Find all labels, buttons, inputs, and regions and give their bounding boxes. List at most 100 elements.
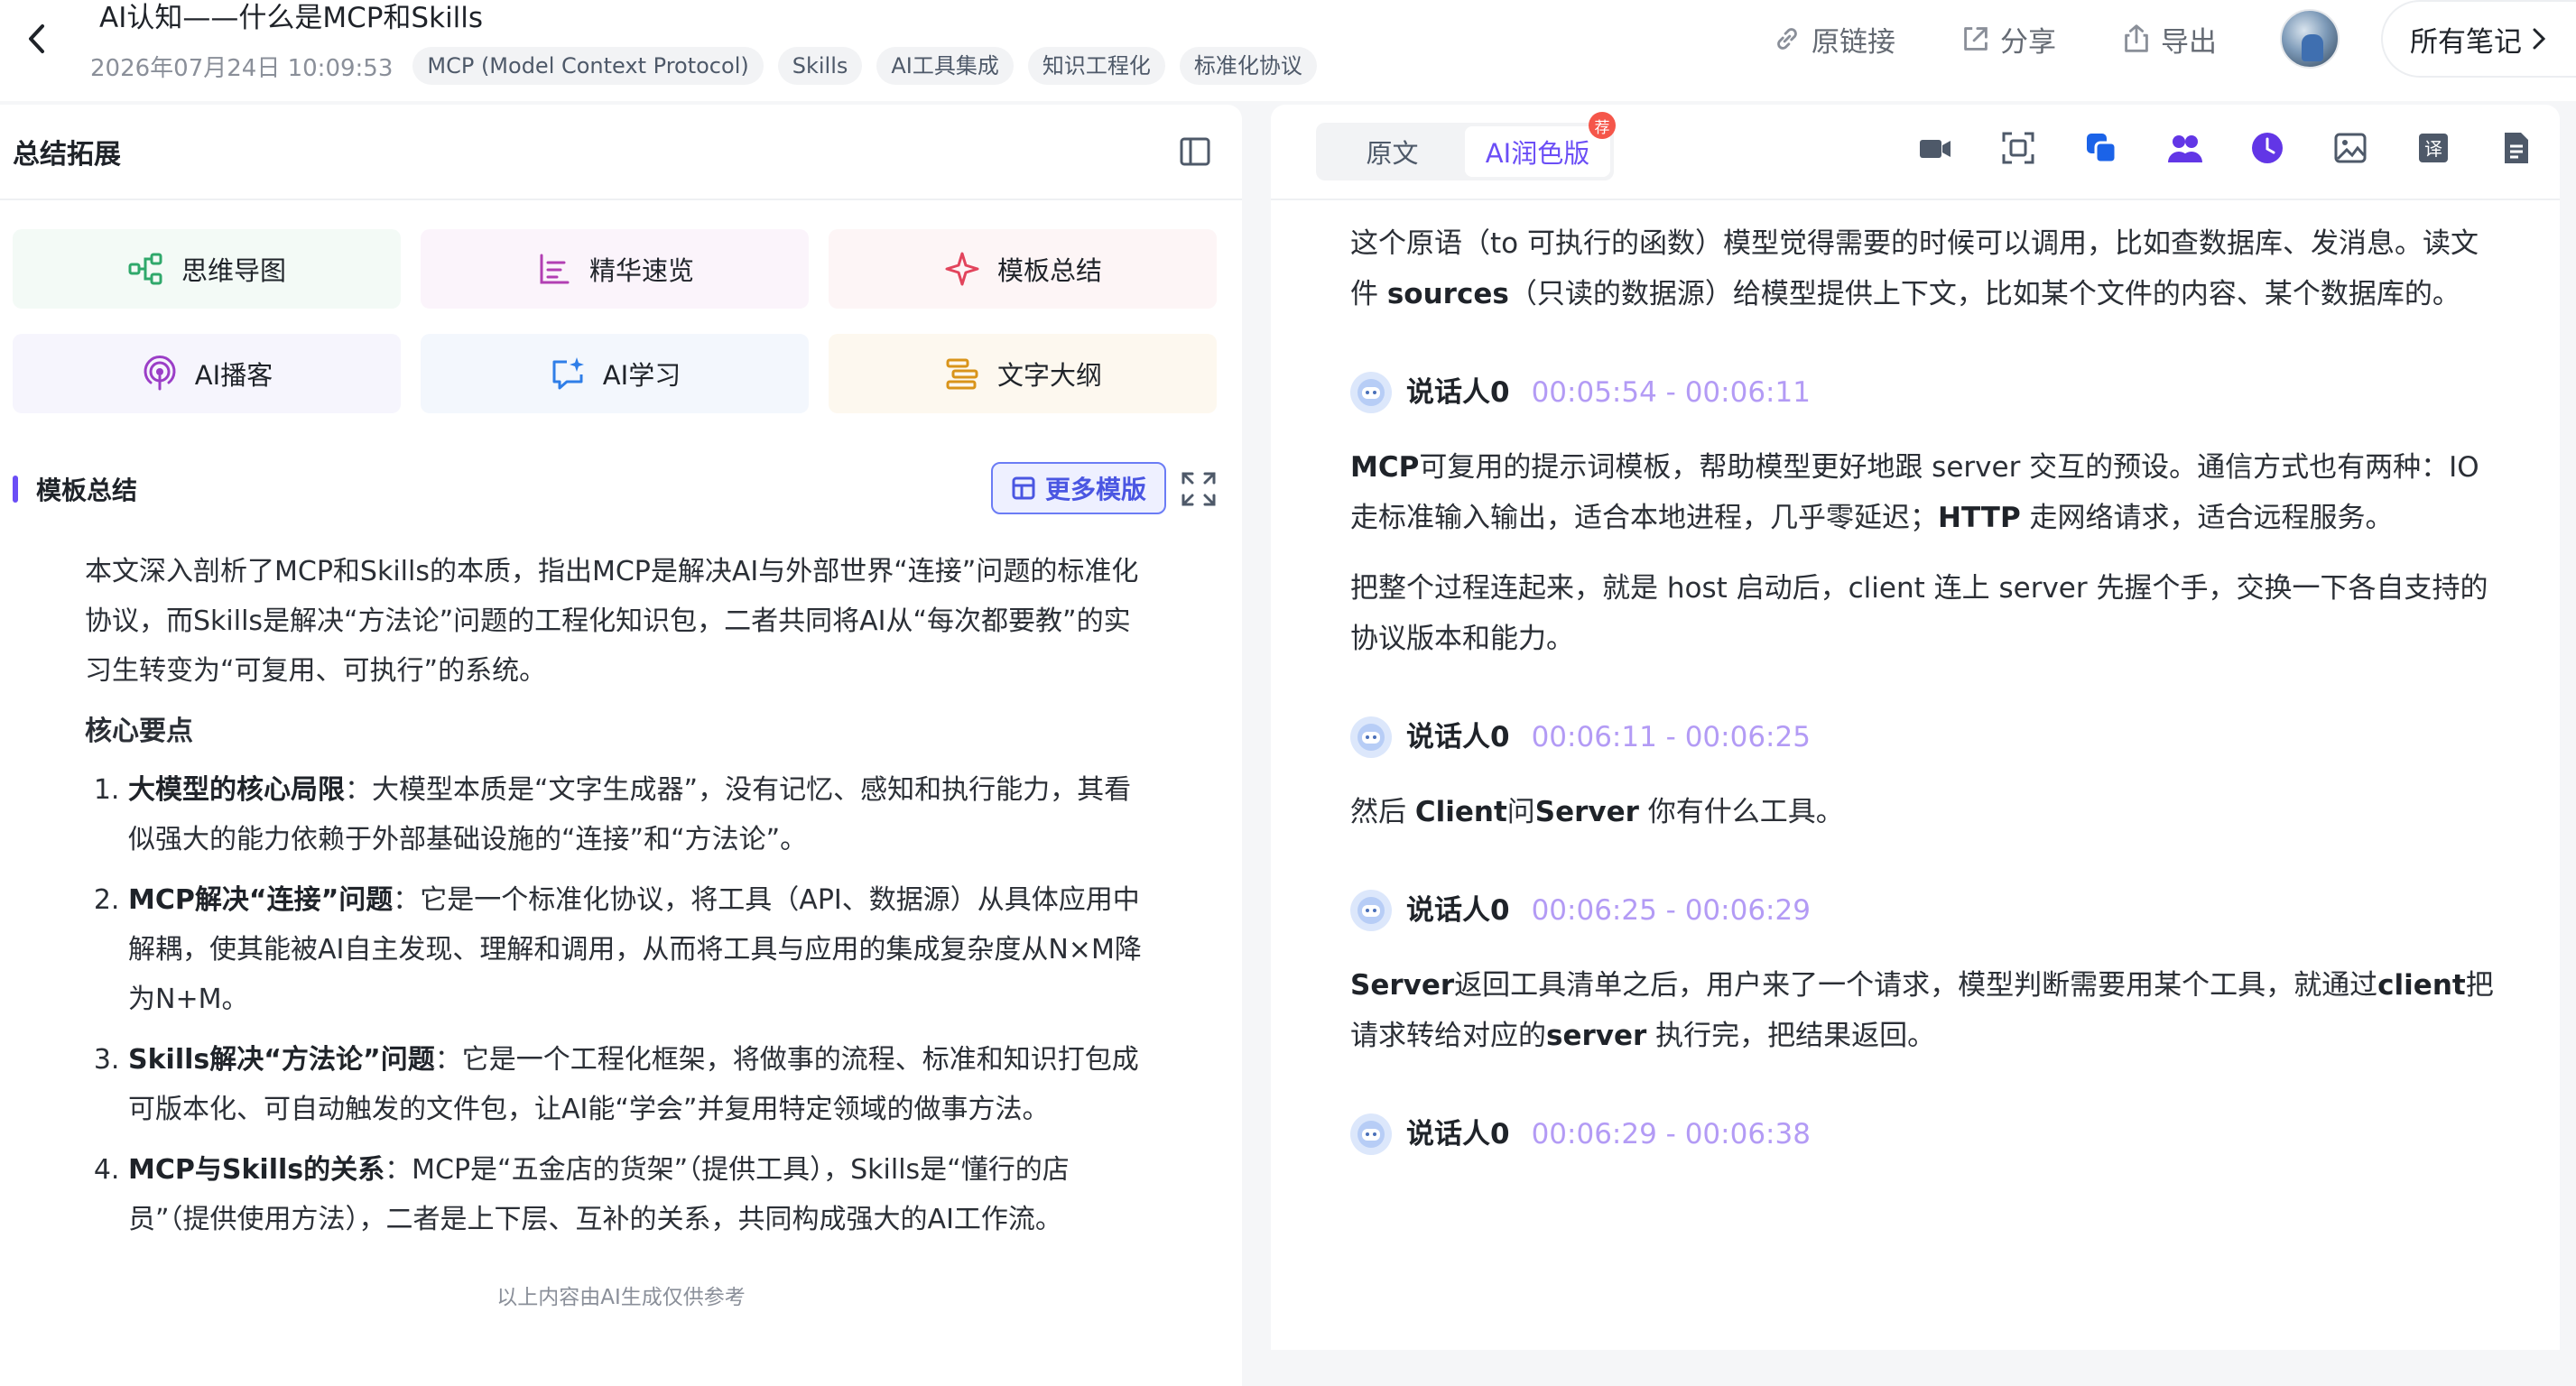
tab-original[interactable]: 原文 — [1320, 126, 1465, 177]
more-templates-button[interactable]: 更多模版 — [990, 462, 1166, 514]
speaker-row[interactable]: 说话人0 00:05:54 - 00:06:11 — [1350, 370, 2497, 415]
text-span: 返回工具清单之后，用户来了一个请求，模型判断需要用某个工具，就通过 — [1454, 969, 2378, 1002]
transcript-content: 这个原语（to 可执行的函数）模型觉得需要的时候可以调用，比如查数据库、发消息。… — [1350, 218, 2497, 1346]
user-avatar[interactable] — [2280, 9, 2340, 69]
original-link-button[interactable]: 原链接 — [1770, 19, 1895, 60]
export-label: 导出 — [2161, 25, 2217, 59]
bold-span: server — [1546, 1020, 1647, 1052]
tool-label: AI播客 — [194, 360, 273, 391]
speaker-name: 说话人0 — [1406, 894, 1510, 927]
template-icon — [1012, 476, 1035, 500]
chevron-right-icon — [2533, 28, 2546, 50]
paragraph: Server返回工具清单之后，用户来了一个请求，模型判断需要用某个工具，就通过c… — [1350, 960, 2497, 1061]
copy-icon[interactable] — [2083, 130, 2119, 166]
sparkle-icon — [945, 252, 979, 286]
tag[interactable]: AI工具集成 — [876, 47, 1014, 85]
speaker-time[interactable]: 00:06:11 - 00:06:25 — [1532, 712, 1811, 762]
speaker-name: 说话人0 — [1406, 376, 1510, 409]
paragraph: MCP可复用的提示词模板，帮助模型更好地跟 server 交互的预设。通信方式也… — [1350, 442, 2497, 543]
chevron-left-icon — [29, 24, 44, 53]
transcript-toolbar: 原文 AI润色版 荐 译 — [1271, 105, 2560, 200]
export-button[interactable]: 导出 — [2119, 19, 2217, 60]
robot-icon — [1357, 724, 1385, 751]
tag[interactable]: 知识工程化 — [1027, 47, 1165, 85]
speaker-row[interactable]: 说话人0 00:06:29 - 00:06:38 — [1350, 1112, 2497, 1157]
section-header: 模板总结 更多模版 — [13, 462, 1216, 516]
share-icon — [1964, 27, 1988, 51]
robot-icon — [1357, 379, 1385, 406]
chat-sparkle-icon — [552, 357, 584, 390]
text-span: 你有什么工具。 — [1638, 796, 1844, 828]
list-item: MCP解决“连接”问题：它是一个标准化协议，将工具（API、数据源）从具体应用中… — [128, 875, 1150, 1024]
summary-panel: 总结拓展 思维导图 精华速览 模板总结 AI播客 AI学习 文字大纲 模板总结 … — [0, 105, 1242, 1386]
point-title: 大模型的核心局限 — [128, 774, 345, 806]
paragraph: 然后 Client问Server 你有什么工具。 — [1350, 787, 2497, 837]
text-outline-button[interactable]: 文字大纲 — [829, 334, 1217, 413]
robot-icon — [1357, 1121, 1385, 1148]
tab-ai-polished[interactable]: AI润色版 — [1465, 126, 1610, 177]
panel-header: 总结拓展 — [0, 105, 1242, 200]
tool-label: 精华速览 — [588, 255, 694, 286]
bold-span: Server — [1534, 796, 1639, 828]
tag[interactable]: Skills — [777, 47, 863, 85]
original-link-label: 原链接 — [1812, 25, 1895, 59]
text-span: （只读的数据源）给模型提供上下文，比如某个文件的内容、某个数据库的。 — [1508, 278, 2460, 310]
point-title: MCP解决“连接”问题 — [128, 884, 394, 916]
speaker-avatar — [1350, 890, 1392, 931]
mind-map-button[interactable]: 思维导图 — [13, 229, 401, 309]
speaker-avatar — [1350, 716, 1392, 758]
text-span: 然后 — [1350, 796, 1415, 828]
video-icon[interactable] — [1917, 130, 1953, 166]
document-icon[interactable] — [2498, 130, 2534, 166]
list-item: 大模型的核心局限：大模型本质是“文字生成器”，没有记忆、感知和执行能力，其看似强… — [128, 765, 1150, 864]
back-button[interactable] — [13, 14, 61, 63]
tool-label: AI学习 — [602, 360, 681, 391]
expand-icon[interactable] — [1179, 469, 1219, 509]
page-title: AI认知——什么是MCP和Skills — [99, 2, 484, 34]
tool-label: 模板总结 — [996, 255, 1102, 286]
upload-icon — [2125, 24, 2148, 52]
text-span: 走网络请求，适合远程服务。 — [2020, 502, 2394, 534]
speaker-row[interactable]: 说话人0 00:06:11 - 00:06:25 — [1350, 715, 2497, 760]
speaker-time[interactable]: 00:06:29 - 00:06:38 — [1532, 1109, 1811, 1160]
paragraph: 这个原语（to 可执行的函数）模型觉得需要的时候可以调用，比如查数据库、发消息。… — [1350, 218, 2497, 319]
speaker-name: 说话人0 — [1406, 721, 1510, 753]
translate-icon[interactable]: 译 — [2415, 130, 2451, 166]
ai-podcast-button[interactable]: AI播客 — [13, 334, 401, 413]
list-icon — [540, 254, 570, 284]
timestamp: 2026年07月24日 10:09:53 — [90, 54, 394, 82]
all-notes-button[interactable]: 所有笔记 — [2381, 0, 2576, 78]
speaker-row[interactable]: 说话人0 00:06:25 - 00:06:29 — [1350, 888, 2497, 933]
ai-learning-button[interactable]: AI学习 — [421, 334, 809, 413]
robot-icon — [1357, 897, 1385, 924]
list-item: MCP与Skills的关系：MCP是“五金店的货架”（提供工具），Skills是… — [128, 1145, 1150, 1244]
all-notes-label: 所有笔记 — [2410, 25, 2522, 59]
header-actions: 原链接 分享 导出 所有笔记 — [1770, 0, 2576, 78]
transcript-panel: 原文 AI润色版 荐 译 这个原语（to 可执行的函数）模型觉得需要的时候可以调… — [1271, 105, 2560, 1350]
share-button[interactable]: 分享 — [1959, 19, 2056, 60]
top-header: AI认知——什么是MCP和Skills 2026年07月24日 10:09:53… — [0, 0, 2576, 101]
bold-span: client — [2377, 969, 2466, 1002]
outline-icon — [946, 358, 978, 390]
screenshot-icon[interactable] — [2000, 130, 2036, 166]
more-templates-label: 更多模版 — [1044, 475, 1146, 504]
speakers-icon[interactable] — [2166, 130, 2202, 166]
highlights-button[interactable]: 精华速览 — [421, 229, 809, 309]
tag[interactable]: 标准化协议 — [1179, 47, 1317, 85]
point-title: Skills解决“方法论”问题 — [128, 1044, 435, 1076]
clock-icon[interactable] — [2249, 130, 2285, 166]
sidebar-toggle-icon[interactable] — [1179, 135, 1211, 168]
image-icon[interactable] — [2332, 130, 2368, 166]
bold-span: sources — [1386, 278, 1509, 310]
template-summary-button[interactable]: 模板总结 — [829, 229, 1217, 309]
summary-intro: 本文深入剖析了MCP和Skills的本质，指出MCP是解决AI与外部世界“连接”… — [85, 556, 1139, 687]
speaker-time[interactable]: 00:06:25 - 00:06:29 — [1532, 885, 1811, 936]
recommend-badge: 荐 — [1589, 112, 1616, 139]
tool-label: 思维导图 — [181, 255, 286, 286]
tag[interactable]: MCP (Model Context Protocol) — [412, 47, 764, 85]
speaker-time[interactable]: 00:05:54 - 00:06:11 — [1532, 367, 1811, 418]
version-switch: 原文 AI润色版 — [1316, 123, 1614, 180]
link-icon — [1777, 28, 1797, 50]
svg-text:译: 译 — [2424, 138, 2442, 160]
bold-span: Client — [1414, 796, 1507, 828]
